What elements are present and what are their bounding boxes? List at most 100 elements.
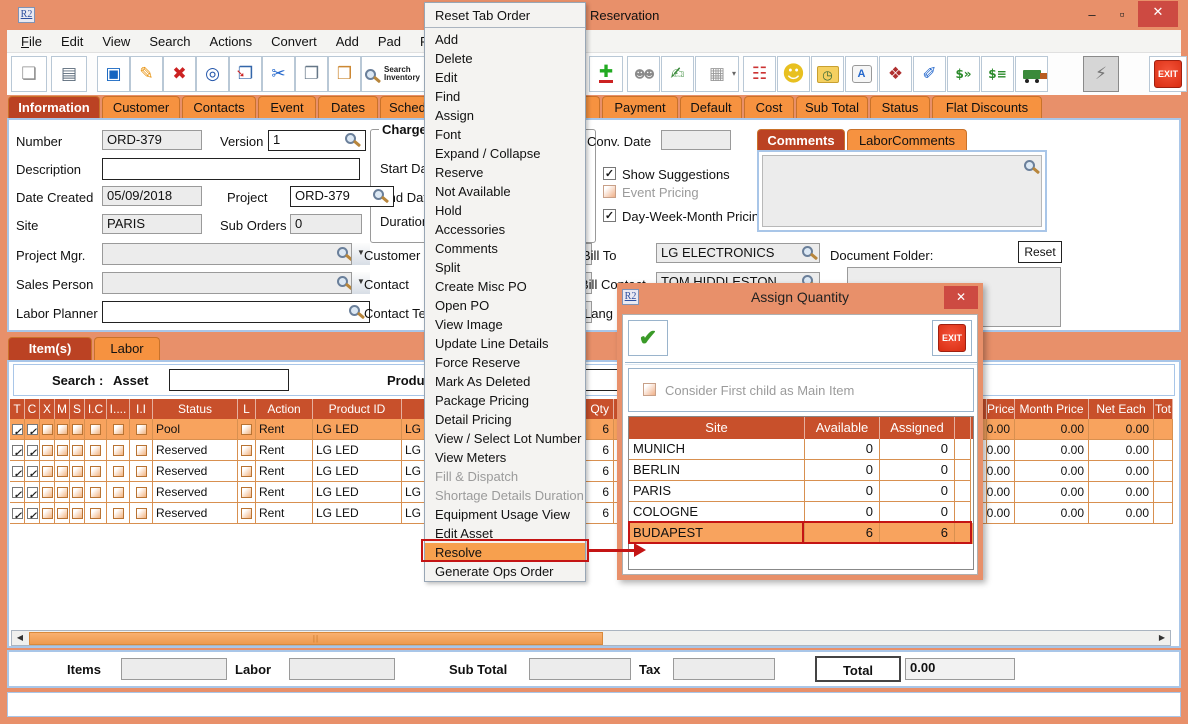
dollar-list-button[interactable]: $≡ xyxy=(981,56,1014,92)
price-cell[interactable]: 0.00 xyxy=(987,482,1015,503)
checkbox-cell[interactable] xyxy=(130,503,153,524)
col-price[interactable]: Price xyxy=(987,399,1015,419)
tot-cell[interactable] xyxy=(1154,419,1173,440)
net-each-cell[interactable]: 0.00 xyxy=(1089,461,1154,482)
menu-item-expand-collapse[interactable]: Expand / Collapse xyxy=(425,144,585,163)
menu-item-edit[interactable]: Edit xyxy=(425,68,585,87)
item-row[interactable]: Reserved Rent LG LED LG LED 6 0.00 0.00 … xyxy=(10,461,1173,482)
tab-comments[interactable]: Comments xyxy=(757,129,845,150)
checkbox-cell[interactable] xyxy=(85,461,107,482)
tab-labor[interactable]: Labor xyxy=(94,337,160,360)
tab-cost[interactable]: Cost xyxy=(744,96,794,119)
checkbox-cell[interactable] xyxy=(70,419,85,440)
col-c[interactable]: C xyxy=(25,399,40,419)
product-id-cell[interactable]: LG LED xyxy=(313,503,402,524)
checkbox-cell[interactable] xyxy=(238,482,256,503)
month-price-cell[interactable]: 0.00 xyxy=(1015,503,1089,524)
col-ii[interactable]: I.I xyxy=(130,399,153,419)
net-each-cell[interactable]: 0.00 xyxy=(1089,419,1154,440)
col-assigned[interactable]: Assigned xyxy=(880,417,955,439)
site-row[interactable]: MUNICH 0 0 xyxy=(629,439,973,460)
menu-view[interactable]: View xyxy=(102,34,130,49)
tab-event[interactable]: Event xyxy=(258,96,316,119)
col-t[interactable]: T xyxy=(10,399,25,419)
site-row[interactable]: PARIS 0 0 xyxy=(629,481,973,502)
checkbox-cell[interactable] xyxy=(55,440,70,461)
assigned-cell[interactable]: 0 xyxy=(880,502,955,523)
action-cell[interactable]: Rent xyxy=(256,440,313,461)
checkbox-cell[interactable] xyxy=(238,419,256,440)
site-row[interactable]: BERLIN 0 0 xyxy=(629,460,973,481)
tot-cell[interactable] xyxy=(1154,503,1173,524)
exit-button[interactable]: EXIT xyxy=(1149,56,1187,92)
checkbox-cell[interactable] xyxy=(25,482,40,503)
col-net-each[interactable]: Net Each xyxy=(1089,399,1154,419)
status-cell[interactable]: Reserved xyxy=(153,503,238,524)
menu-item-split[interactable]: Split xyxy=(425,258,585,277)
available-cell[interactable]: 0 xyxy=(805,481,880,502)
menu-item-update-line-details[interactable]: Update Line Details xyxy=(425,334,585,353)
assigned-cell[interactable]: 0 xyxy=(880,481,955,502)
checkbox-cell[interactable] xyxy=(70,440,85,461)
tab-default[interactable]: Default xyxy=(680,96,742,119)
menu-pad[interactable]: Pad xyxy=(378,34,401,49)
col-product-id[interactable]: Product ID xyxy=(313,399,402,419)
item-row[interactable]: Pool Rent LG LED LG LED 6 0.00 0.00 0.00 xyxy=(10,419,1173,440)
close-button[interactable]: ✕ xyxy=(1138,1,1178,27)
menu-item-detail-pricing[interactable]: Detail Pricing xyxy=(425,410,585,429)
comments-box[interactable] xyxy=(762,155,1042,227)
checkbox-cell[interactable] xyxy=(107,440,130,461)
checkbox-cell[interactable] xyxy=(10,440,25,461)
dialog-close-button[interactable]: ✕ xyxy=(944,286,978,309)
menu-convert[interactable]: Convert xyxy=(271,34,317,49)
status-cell[interactable]: Reserved xyxy=(153,482,238,503)
edit-button[interactable]: ✎ xyxy=(130,56,163,92)
menu-item-generate-ops-order[interactable]: Generate Ops Order xyxy=(425,562,585,581)
find-button[interactable]: ◎ xyxy=(196,56,229,92)
copy-special-button[interactable]: ❐➘ xyxy=(229,56,262,92)
price-cell[interactable]: 0.00 xyxy=(987,419,1015,440)
assigned-cell[interactable]: 0 xyxy=(880,439,955,460)
sales-person-lookup-icon[interactable] xyxy=(337,276,348,287)
scroll-right-icon[interactable]: ▶ xyxy=(1155,632,1169,644)
item-row[interactable]: Reserved Rent LG LED LG LED 6 0.00 0.00 … xyxy=(10,440,1173,461)
menu-file[interactable]: File xyxy=(21,34,42,49)
labor-planner-lookup-icon[interactable] xyxy=(349,305,360,316)
menu-item-create-misc-po[interactable]: Create Misc PO xyxy=(425,277,585,296)
checkbox-cell[interactable] xyxy=(10,482,25,503)
horizontal-scrollbar[interactable]: ◀ || ▶ xyxy=(11,630,1171,646)
status-cell[interactable]: Pool xyxy=(153,419,238,440)
checkbox-cell[interactable] xyxy=(55,482,70,503)
product-id-cell[interactable]: LG LED xyxy=(313,440,402,461)
menu-item-comments[interactable]: Comments xyxy=(425,239,585,258)
delete-button[interactable]: ✖ xyxy=(163,56,196,92)
col-ic[interactable]: I.C xyxy=(85,399,107,419)
users-button[interactable]: ☻☻ xyxy=(627,56,660,92)
col-x[interactable]: X xyxy=(40,399,55,419)
col-l[interactable]: L xyxy=(238,399,256,419)
dialog-exit-button[interactable]: EXIT xyxy=(932,320,972,356)
menu-item-mark-as-deleted[interactable]: Mark As Deleted xyxy=(425,372,585,391)
truck-button[interactable] xyxy=(1015,56,1048,92)
col-action[interactable]: Action xyxy=(256,399,313,419)
calendar-button[interactable]: ▦▾ xyxy=(695,56,739,92)
version-lookup-icon[interactable] xyxy=(345,133,356,144)
item-row[interactable]: Reserved Rent LG LED LG LED 6 0.00 0.00 … xyxy=(10,482,1173,503)
menu-item-add[interactable]: Add xyxy=(425,30,585,49)
minimize-button[interactable]: – xyxy=(1078,4,1106,27)
menu-item-assign[interactable]: Assign xyxy=(425,106,585,125)
comments-lookup-icon[interactable] xyxy=(1024,160,1035,171)
print-button[interactable]: ▤ xyxy=(51,56,87,92)
sales-person-field[interactable] xyxy=(102,272,370,294)
product-id-cell[interactable]: LG LED xyxy=(313,419,402,440)
paste-button[interactable]: ❒ xyxy=(328,56,361,92)
menu-item-font[interactable]: Font xyxy=(425,125,585,144)
project-mgr-field[interactable] xyxy=(102,243,370,265)
available-cell[interactable]: 0 xyxy=(805,439,880,460)
flash-button[interactable]: ⚡ xyxy=(1083,56,1119,92)
action-cell[interactable]: Rent xyxy=(256,482,313,503)
tab-sub-total[interactable]: Sub Total xyxy=(796,96,868,119)
menu-actions[interactable]: Actions xyxy=(210,34,253,49)
checkbox-cell[interactable] xyxy=(130,440,153,461)
checkbox-cell[interactable] xyxy=(40,461,55,482)
